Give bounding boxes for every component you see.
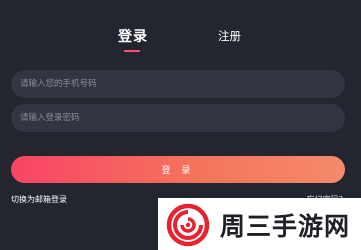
phone-input[interactable] xyxy=(11,70,345,98)
switch-to-email-login-link[interactable]: 切换为邮箱登录 xyxy=(11,194,67,205)
spiral-logo-icon xyxy=(166,203,210,247)
active-tab-indicator xyxy=(124,50,140,52)
auth-tabs: 登录 注册 xyxy=(0,26,361,56)
watermark: 周三手游网 xyxy=(158,198,361,250)
login-button[interactable]: 登 录 xyxy=(11,156,345,183)
watermark-text: 周三手游网 xyxy=(220,212,351,241)
tab-register[interactable]: 注册 xyxy=(218,28,241,44)
tab-login[interactable]: 登录 xyxy=(118,26,148,46)
password-input[interactable] xyxy=(11,104,345,132)
